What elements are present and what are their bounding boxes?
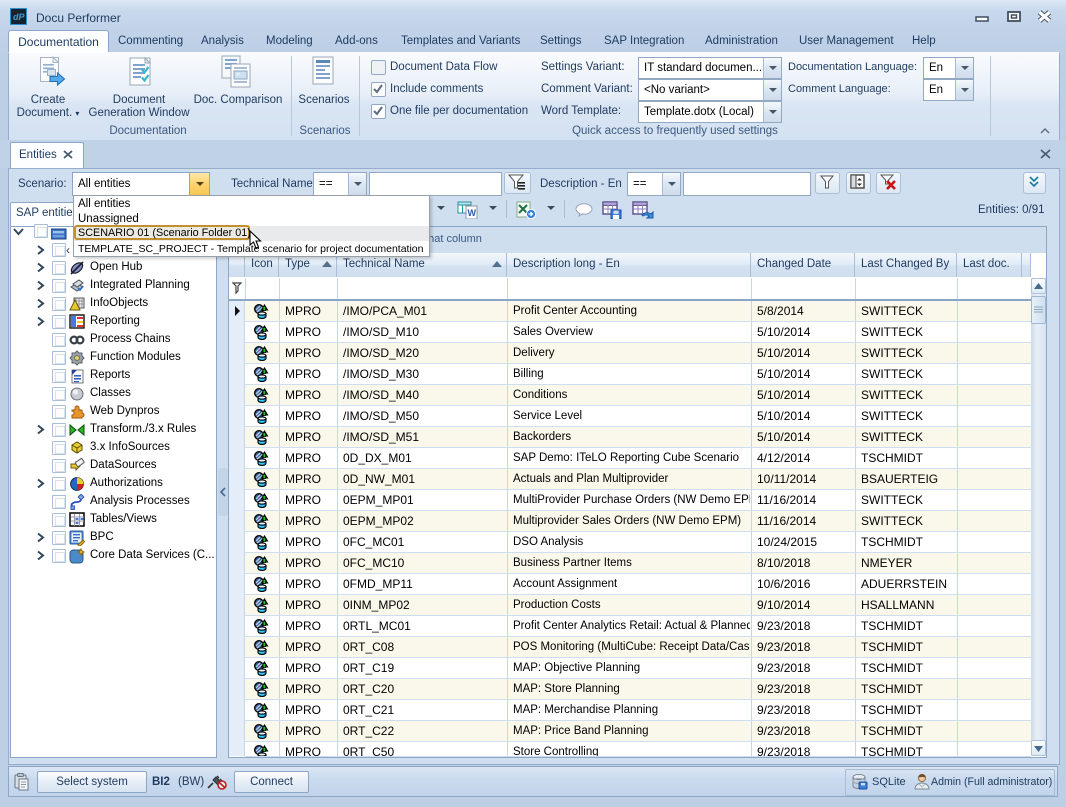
svg-text:W: W — [468, 208, 477, 218]
svg-text:dP: dP — [13, 12, 25, 22]
